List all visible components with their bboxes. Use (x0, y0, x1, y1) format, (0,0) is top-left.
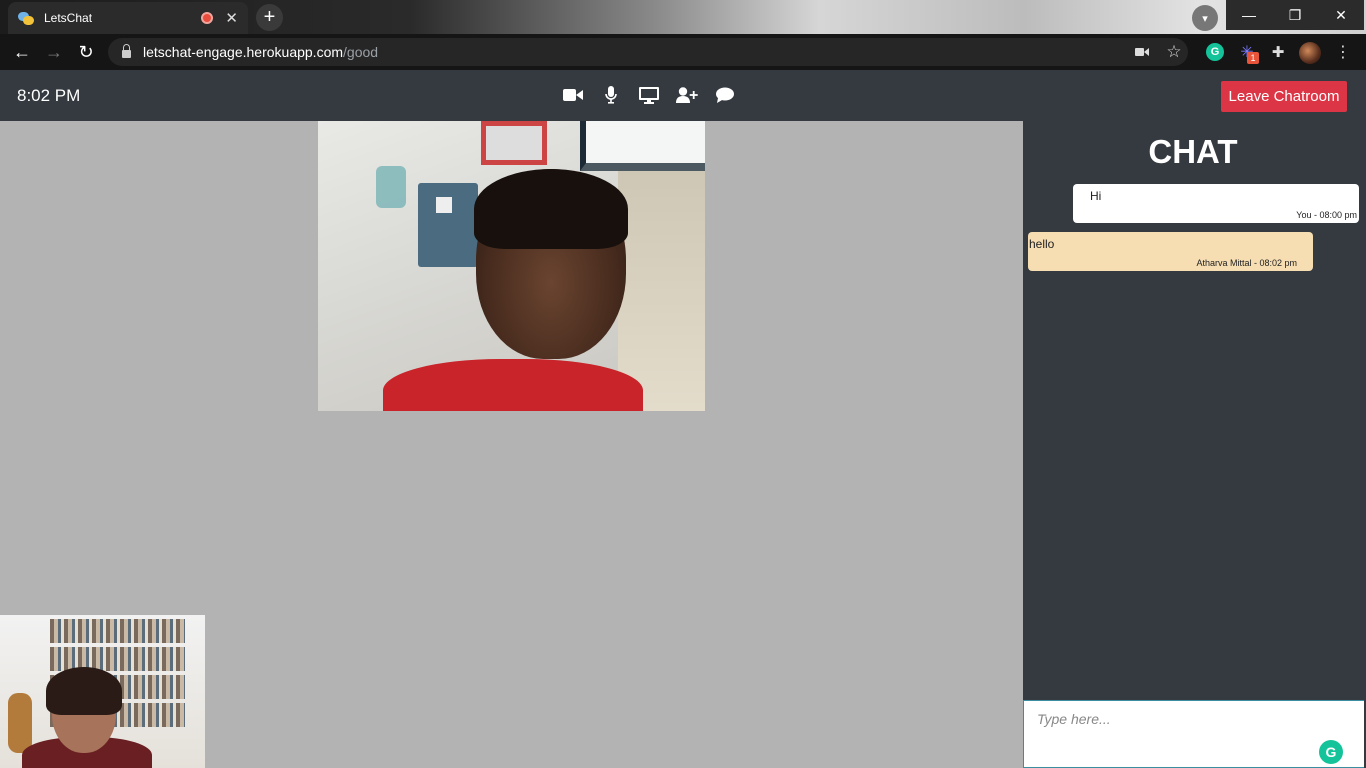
desktop-icon (639, 86, 659, 104)
url-path: /good (343, 44, 379, 60)
tab-search-icon[interactable]: ▾ (1192, 5, 1218, 31)
message-meta: You - 08:00 pm (1296, 210, 1357, 220)
browser-menu-icon[interactable]: ⋮ (1333, 42, 1353, 62)
mic-toggle-button[interactable] (598, 82, 624, 108)
chat-toggle-button[interactable] (712, 82, 738, 108)
window-close-button[interactable]: ✕ (1318, 0, 1364, 30)
url-host: letschat-engage.herokuapp.com (143, 44, 344, 60)
local-video-feed (0, 615, 205, 768)
bookmark-star-icon[interactable]: ☆ (1164, 42, 1184, 62)
video-camera-icon (563, 89, 583, 101)
reload-button[interactable]: ↻ (70, 36, 102, 68)
message-meta: Atharva Mittal - 08:02 pm (1196, 258, 1297, 268)
chat-message-own: Hi You - 08:00 pm (1073, 184, 1359, 223)
restore-button[interactable]: ❐ (1272, 0, 1318, 30)
message-text: hello (1029, 237, 1055, 251)
chat-title: CHAT (1148, 133, 1238, 170)
recording-indicator-icon (201, 12, 214, 24)
back-button[interactable]: ← (6, 36, 38, 68)
extension-badge: 1 (1247, 52, 1259, 64)
tab-title: LetsChat (44, 11, 93, 25)
chat-panel: CHAT Hi You - 08:00 pm hello Atharva Mit… (1023, 121, 1366, 768)
minimize-button[interactable]: — (1226, 0, 1272, 30)
address-bar[interactable]: letschat-engage.herokuapp.com/good (108, 38, 1188, 66)
extensions-puzzle-icon[interactable]: ✚ (1268, 42, 1288, 62)
message-text: Hi (1090, 189, 1102, 203)
camera-in-use-icon[interactable] (1132, 42, 1152, 62)
forward-button[interactable]: → (38, 36, 70, 68)
letschat-favicon-icon (18, 10, 34, 26)
screen-share-button[interactable] (636, 82, 662, 108)
camera-toggle-button[interactable] (560, 82, 586, 108)
extension-sparkle-icon[interactable]: ✳1 (1237, 42, 1259, 64)
user-plus-icon (676, 87, 698, 103)
browser-tab-strip: LetsChat ✕ + ▾ — ❐ ✕ (0, 0, 1366, 34)
grammarly-extension-icon[interactable]: G (1206, 43, 1224, 61)
lock-icon (122, 44, 131, 58)
remote-video-feed (318, 121, 705, 411)
chat-message-input[interactable] (1023, 700, 1364, 768)
tab-close-icon[interactable]: ✕ (225, 9, 238, 27)
profile-avatar[interactable] (1299, 42, 1321, 64)
comment-icon (716, 87, 734, 103)
browser-toolbar: ← → ↻ letschat-engage.herokuapp.com/good (0, 34, 1366, 70)
invite-user-button[interactable] (674, 82, 700, 108)
call-controls (560, 82, 738, 108)
app-header: 8:02 PM Leave Chatroom (0, 70, 1366, 121)
browser-tab[interactable]: LetsChat ✕ (8, 2, 248, 34)
microphone-icon (605, 86, 617, 104)
leave-chatroom-button[interactable]: Leave Chatroom (1221, 81, 1347, 112)
grammarly-icon[interactable]: G (1319, 740, 1343, 764)
new-tab-button[interactable]: + (256, 4, 283, 31)
clock: 8:02 PM (17, 86, 81, 105)
chat-message-other: hello Atharva Mittal - 08:02 pm (1028, 232, 1313, 271)
video-area (0, 121, 1023, 768)
